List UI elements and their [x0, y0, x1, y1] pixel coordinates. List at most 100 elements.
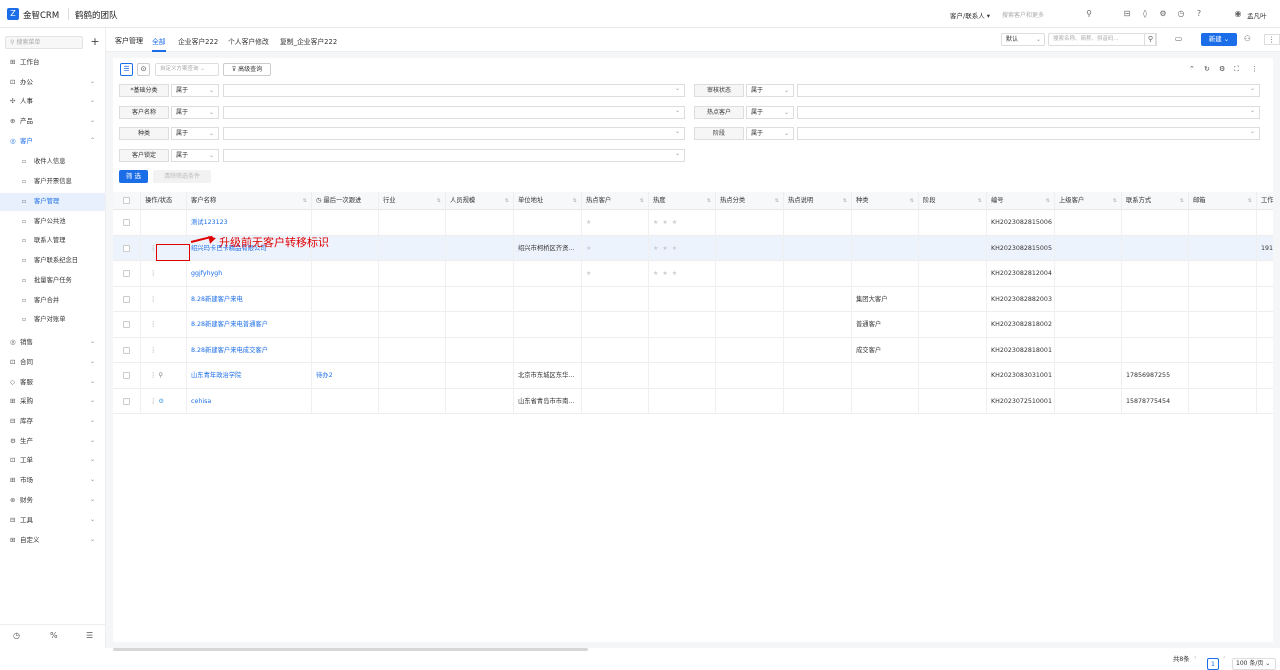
filter-operator-select[interactable]: 属于 ⌄ — [171, 84, 219, 97]
column-header[interactable]: ◷ 最后一次跟进 — [312, 192, 379, 210]
collapse-up-icon[interactable]: ⌃ — [1189, 65, 1195, 73]
star-icon[interactable]: ★ — [586, 219, 595, 226]
row-checkbox[interactable] — [123, 346, 130, 354]
menu-search-input[interactable]: ⚲ 搜索菜单 — [5, 36, 83, 49]
new-button[interactable]: 新建 ⌄ — [1201, 33, 1237, 46]
search-icon[interactable]: ⚲ — [1084, 9, 1094, 19]
bell-icon[interactable]: ◊ — [1140, 9, 1150, 19]
user-icon[interactable]: ⚇ — [1244, 34, 1251, 43]
tab-personal-customer[interactable]: 个人客户修改 — [228, 36, 269, 46]
sidebar-sub-item[interactable]: ▫ 收件人信息 — [0, 153, 105, 171]
column-header[interactable]: 热点说明 ⇅ — [784, 192, 852, 210]
column-header[interactable]: 种类 ⇅ — [852, 192, 919, 210]
table-row[interactable]: ⋮ 8.28新建客户来电成交客户 成交客户 KH2023082818001 — [113, 337, 1273, 363]
sidebar-item-workbench[interactable]: ⊞ 工作台 — [0, 53, 105, 71]
table-row[interactable]: ⋮ ggjfyhygh ★ ★★★ KH2023082812004 — [113, 261, 1273, 287]
page-size-select[interactable]: 100 条/页 ⌄ — [1232, 658, 1276, 670]
next-page-icon[interactable]: › — [1223, 654, 1226, 661]
column-header[interactable]: 人员规模 ⇅ — [446, 192, 514, 210]
sidebar-sub-item[interactable]: ▫ 联系人管理 — [0, 232, 105, 250]
add-icon[interactable]: + — [88, 35, 102, 49]
tab-all[interactable]: 全部 — [152, 36, 166, 52]
star-rating-icon[interactable]: ★★★ — [653, 219, 681, 226]
star-icon[interactable]: ★ — [586, 245, 595, 252]
search-scope-select[interactable]: 客户/联系人 ▾ — [950, 10, 990, 20]
column-header[interactable]: 行业 ⇅ — [379, 192, 446, 210]
avatar[interactable]: ◉ — [1233, 9, 1243, 19]
filter-value-select[interactable]: ⌄ — [223, 149, 685, 162]
sort-icon[interactable]: ⇅ — [505, 192, 509, 210]
column-header[interactable]: 编号 ⇅ — [987, 192, 1055, 210]
column-header[interactable]: 邮箱 ⇅ — [1189, 192, 1257, 210]
map-pin-icon[interactable]: ⊙ — [137, 63, 150, 76]
more-actions-icon[interactable]: ⋮ — [145, 347, 156, 354]
customer-name-link[interactable]: cehisa — [187, 388, 312, 414]
customer-name-link[interactable]: 山东青年政治学院 — [187, 363, 312, 389]
keyword-search-input[interactable]: 搜索名称、简称、拼音码... — [1048, 33, 1156, 46]
sidebar-sub-item[interactable]: ▫ 批量客户任务 — [0, 272, 105, 290]
filter-value-select[interactable]: ⌄ — [223, 127, 685, 140]
followup-cell[interactable]: 待办2 — [312, 363, 379, 389]
row-checkbox[interactable] — [123, 321, 130, 328]
filter-value-select[interactable]: ⌄ — [797, 106, 1260, 119]
sidebar-item-custom[interactable]: ⊞ 自定义 ⌄ — [0, 531, 105, 549]
collapse-icon[interactable]: ☰ — [86, 631, 93, 640]
filter-value-select[interactable]: ⌄ — [223, 84, 685, 97]
filter-operator-select[interactable]: 属于 ⌄ — [171, 149, 219, 162]
more-actions-icon[interactable]: ⋮ — [145, 245, 156, 252]
select-all-checkbox[interactable] — [123, 197, 130, 204]
column-header[interactable]: 热点分类 ⇅ — [716, 192, 784, 210]
sort-icon[interactable]: ⇅ — [775, 192, 779, 210]
row-checkbox[interactable] — [123, 270, 130, 277]
advanced-query-button[interactable]: ⊽ 高级查询 — [223, 63, 271, 76]
sidebar-item-market[interactable]: ⊞ 市场 ⌄ — [0, 471, 105, 489]
row-checkbox[interactable] — [123, 219, 130, 226]
sort-icon[interactable]: ⇅ — [843, 192, 847, 210]
horizontal-scrollbar[interactable] — [113, 648, 588, 651]
row-checkbox[interactable] — [123, 244, 130, 252]
sidebar-item-finance[interactable]: ⊛ 财务 ⌄ — [0, 491, 105, 509]
row-checkbox[interactable] — [123, 372, 130, 379]
customer-name-link[interactable]: 8.28新建客户来电普通客户 — [187, 312, 312, 338]
sort-icon[interactable]: ⇅ — [1248, 192, 1252, 210]
global-search-input[interactable]: 搜索客户和更多 — [1002, 10, 1044, 19]
star-rating-icon[interactable]: ★★★ — [653, 270, 681, 277]
sort-icon[interactable]: ⇅ — [910, 192, 914, 210]
monitor-icon[interactable]: ▭ — [1175, 34, 1182, 43]
user-name[interactable]: 孟凡叶 — [1247, 10, 1267, 20]
sort-icon[interactable]: ⇅ — [437, 192, 441, 210]
more-vertical-icon[interactable]: ⋮ — [1251, 65, 1258, 73]
column-header[interactable]: 联系方式 ⇅ — [1122, 192, 1189, 210]
sidebar-item-purchase[interactable]: ⊞ 采购 ⌄ — [0, 392, 105, 410]
sidebar-item-tools[interactable]: ⊟ 工具 ⌄ — [0, 511, 105, 529]
sidebar-item-office[interactable]: ⊡ 办公 ⌄ — [0, 73, 105, 91]
tab-enterprise-customer[interactable]: 企业客户222 — [178, 36, 218, 46]
view-select[interactable]: 默认 ⌄ — [1001, 33, 1045, 46]
sort-icon[interactable]: ⇅ — [640, 192, 644, 210]
filter-operator-select[interactable]: 属于 ⌄ — [171, 127, 219, 140]
sidebar-item-contract[interactable]: ⊡ 合同 ⌄ — [0, 353, 105, 371]
sidebar-item-customer[interactable]: ◎ 客户 ⌃ — [0, 132, 105, 150]
sidebar-sub-item[interactable]: ▫ 客户开票信息 — [0, 173, 105, 191]
column-header[interactable]: 上级客户 ⇅ — [1055, 192, 1122, 210]
custom-scheme-select[interactable]: 自定义方案查询 ⌄ — [155, 63, 219, 76]
more-actions-icon[interactable]: ⋮ — [145, 321, 156, 328]
table-row[interactable]: ⋮ ⚙ cehisa 山东省青岛市市南... KH2023072510001 1… — [113, 388, 1273, 414]
sort-icon[interactable]: ⇅ — [303, 192, 307, 210]
sidebar-item-service[interactable]: ◇ 客服 ⌄ — [0, 373, 105, 391]
sort-icon[interactable]: ⇅ — [573, 192, 577, 210]
customer-name-link[interactable]: 8.28新建客户来电 — [187, 286, 312, 312]
clear-filter-button[interactable]: 清除筛选条件 — [153, 170, 211, 183]
sidebar-item-workorder[interactable]: ⊡ 工单 ⌄ — [0, 451, 105, 469]
sidebar-sub-item[interactable]: ▫ 客户对账单 — [0, 311, 105, 329]
sort-icon[interactable]: ⇅ — [1046, 192, 1050, 210]
sidebar-sub-item[interactable]: ▫ 客户联系纪念日 — [0, 252, 105, 270]
sidebar-item-product[interactable]: ⊕ 产品 ⌄ — [0, 112, 105, 130]
sidebar-sub-item[interactable]: ▫ 客户合并 — [0, 292, 105, 310]
column-header[interactable]: 单位地址 ⇅ — [514, 192, 582, 210]
column-header[interactable]: 阶段 ⇅ — [919, 192, 987, 210]
column-header[interactable]: 热度 ⇅ — [649, 192, 716, 210]
table-row[interactable]: ⋮ 8.28新建客户来电 集团大客户 KH2023082882003 — [113, 286, 1273, 312]
percent-icon[interactable]: % — [50, 631, 58, 640]
filter-operator-select[interactable]: 属于 ⌄ — [746, 84, 794, 97]
